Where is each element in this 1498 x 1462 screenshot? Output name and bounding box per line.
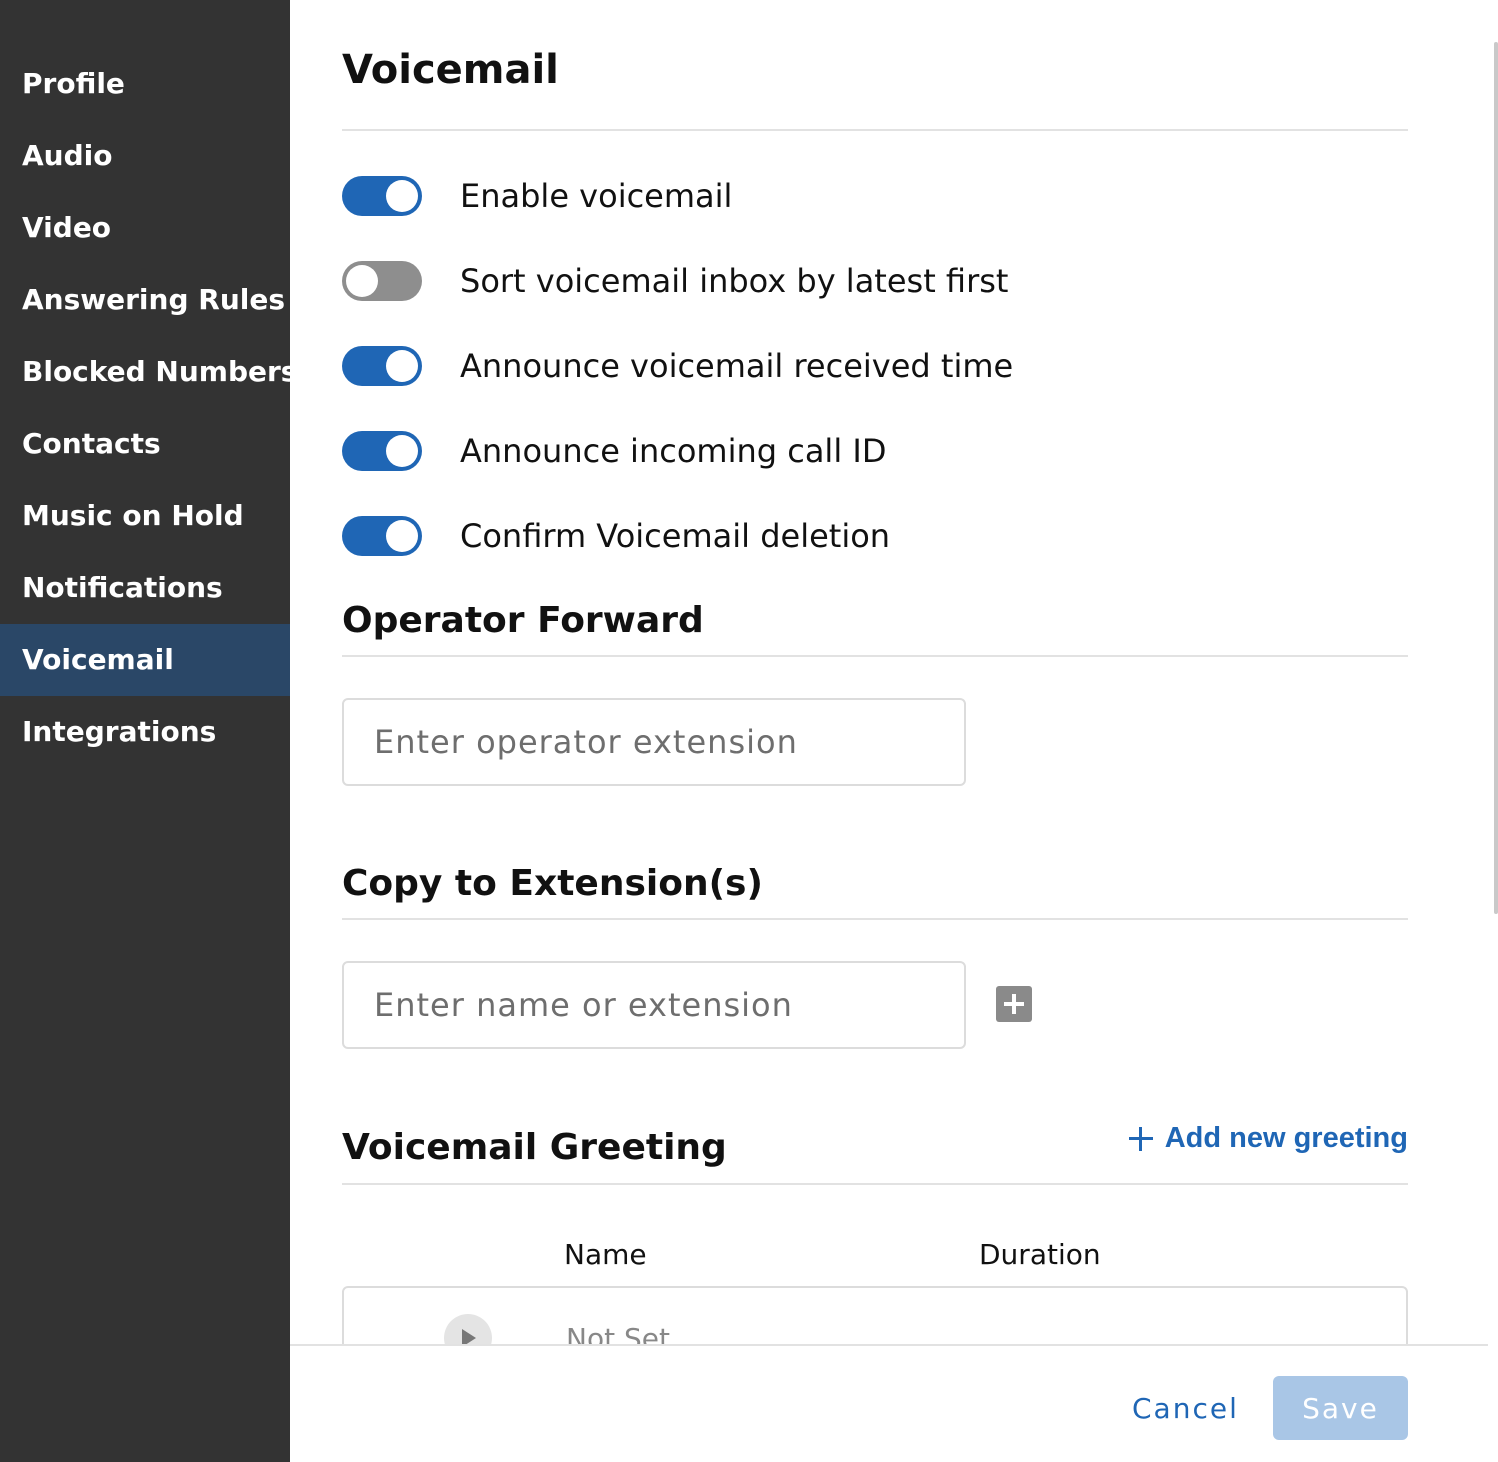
sidebar-item-integrations[interactable]: Integrations [0,696,290,768]
toggle-row-sort-latest-first: Sort voicemail inbox by latest first [342,259,1008,303]
page-title: Voicemail [342,47,559,93]
confirm-deletion-toggle[interactable] [342,516,422,556]
greeting-name: Not Set [566,1322,670,1344]
column-header-duration: Duration [979,1238,1101,1271]
copy-to-extensions-divider [342,918,1408,920]
play-icon [462,1329,476,1344]
column-header-name: Name [564,1238,647,1271]
sidebar-item-audio[interactable]: Audio [0,120,290,192]
voicemail-greeting-title: Voicemail Greeting [342,1127,727,1168]
sidebar-item-answering-rules[interactable]: Answering Rules [0,264,290,336]
action-footer: Cancel Save [290,1344,1488,1462]
toggle-knob [346,265,378,297]
toggle-knob [386,435,418,467]
toggle-label: Announce voicemail received time [460,347,1014,385]
operator-extension-input[interactable] [342,698,966,786]
toggle-knob [386,180,418,212]
toggle-knob [386,350,418,382]
title-divider [342,129,1408,131]
toggle-row-announce-received-time: Announce voicemail received time [342,344,1013,388]
toggle-label: Sort voicemail inbox by latest first [460,262,1009,300]
panel-scrollbar[interactable] [1494,42,1498,914]
settings-sidebar: Profile Audio Video Answering Rules Bloc… [0,0,297,1462]
add-new-greeting-label: Add new greeting [1164,1122,1408,1154]
toggle-label: Confirm Voicemail deletion [460,517,891,555]
play-greeting-button[interactable] [444,1314,492,1344]
voicemail-settings-panel: Voicemail Enable voicemail Sort voicemai… [290,0,1498,1344]
sidebar-item-notifications[interactable]: Notifications [0,552,290,624]
sidebar-item-blocked-numbers[interactable]: Blocked Numbers [0,336,297,408]
operator-forward-title: Operator Forward [342,600,704,641]
operator-forward-divider [342,655,1408,657]
add-new-greeting-button[interactable]: Add new greeting [1128,1122,1408,1155]
announce-received-time-toggle[interactable] [342,346,422,386]
save-button[interactable]: Save [1273,1376,1408,1440]
toggle-label: Enable voicemail [460,177,733,215]
greeting-divider [342,1183,1408,1185]
copy-extension-input[interactable] [342,961,966,1049]
cancel-button[interactable]: Cancel [1116,1376,1255,1440]
toggle-row-announce-call-id: Announce incoming call ID [342,429,886,473]
sort-latest-first-toggle[interactable] [342,261,422,301]
plus-icon [1128,1126,1153,1151]
plus-icon-stroke [1012,994,1016,1014]
toggle-label: Announce incoming call ID [460,432,887,470]
sidebar-item-voicemail[interactable]: Voicemail [0,624,290,696]
plus-icon-v [1138,1126,1142,1151]
sidebar-item-music-on-hold[interactable]: Music on Hold [0,480,290,552]
enable-voicemail-toggle[interactable] [342,176,422,216]
sidebar-item-contacts[interactable]: Contacts [0,408,290,480]
sidebar-item-profile[interactable]: Profile [0,48,290,120]
sidebar-item-video[interactable]: Video [0,192,290,264]
add-extension-button[interactable] [996,986,1032,1022]
copy-to-extensions-title: Copy to Extension(s) [342,863,763,904]
toggle-row-confirm-deletion: Confirm Voicemail deletion [342,514,890,558]
toggle-knob [386,520,418,552]
toggle-row-enable-voicemail: Enable voicemail [342,174,732,218]
announce-call-id-toggle[interactable] [342,431,422,471]
greeting-table-row: Not Set [342,1286,1408,1344]
